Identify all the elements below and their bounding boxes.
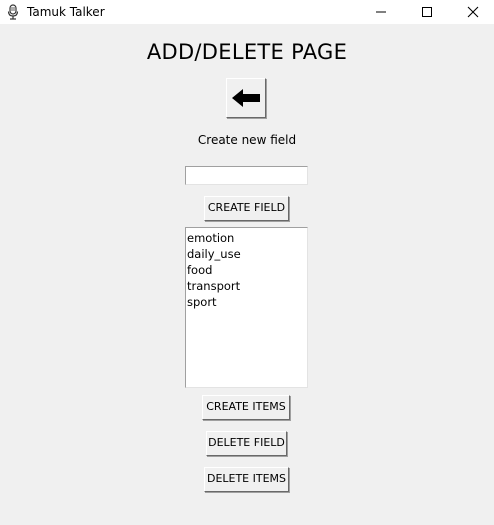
list-item[interactable]: transport (187, 278, 307, 294)
list-item[interactable]: emotion (187, 230, 307, 246)
list-item[interactable]: daily_use (187, 246, 307, 262)
close-button[interactable] (450, 0, 494, 24)
fields-listbox[interactable]: emotion daily_use food transport sport (185, 227, 308, 388)
field-name-input[interactable] (185, 166, 308, 185)
create-field-button[interactable]: CREATE FIELD (204, 196, 289, 221)
minimize-icon (376, 11, 386, 13)
maximize-button[interactable] (404, 0, 450, 24)
create-items-button[interactable]: CREATE ITEMS (202, 395, 290, 420)
window-title: Tamuk Talker (27, 5, 105, 19)
minimize-button[interactable] (358, 0, 404, 24)
create-field-label: Create new field (197, 133, 297, 147)
page-title: ADD/DELETE PAGE (146, 40, 348, 64)
list-item[interactable]: food (187, 262, 307, 278)
microphone-icon (5, 4, 21, 20)
delete-field-button[interactable]: DELETE FIELD (206, 431, 287, 456)
arrow-left-icon (232, 89, 260, 107)
app-window: Tamuk Talker ADD/DELETE PAGE Create new … (0, 0, 494, 525)
list-item[interactable]: sport (187, 294, 307, 310)
maximize-icon (422, 7, 432, 17)
title-bar[interactable]: Tamuk Talker (0, 0, 494, 24)
delete-items-button[interactable]: DELETE ITEMS (204, 467, 289, 492)
back-button[interactable] (226, 78, 266, 118)
close-icon (467, 6, 479, 18)
